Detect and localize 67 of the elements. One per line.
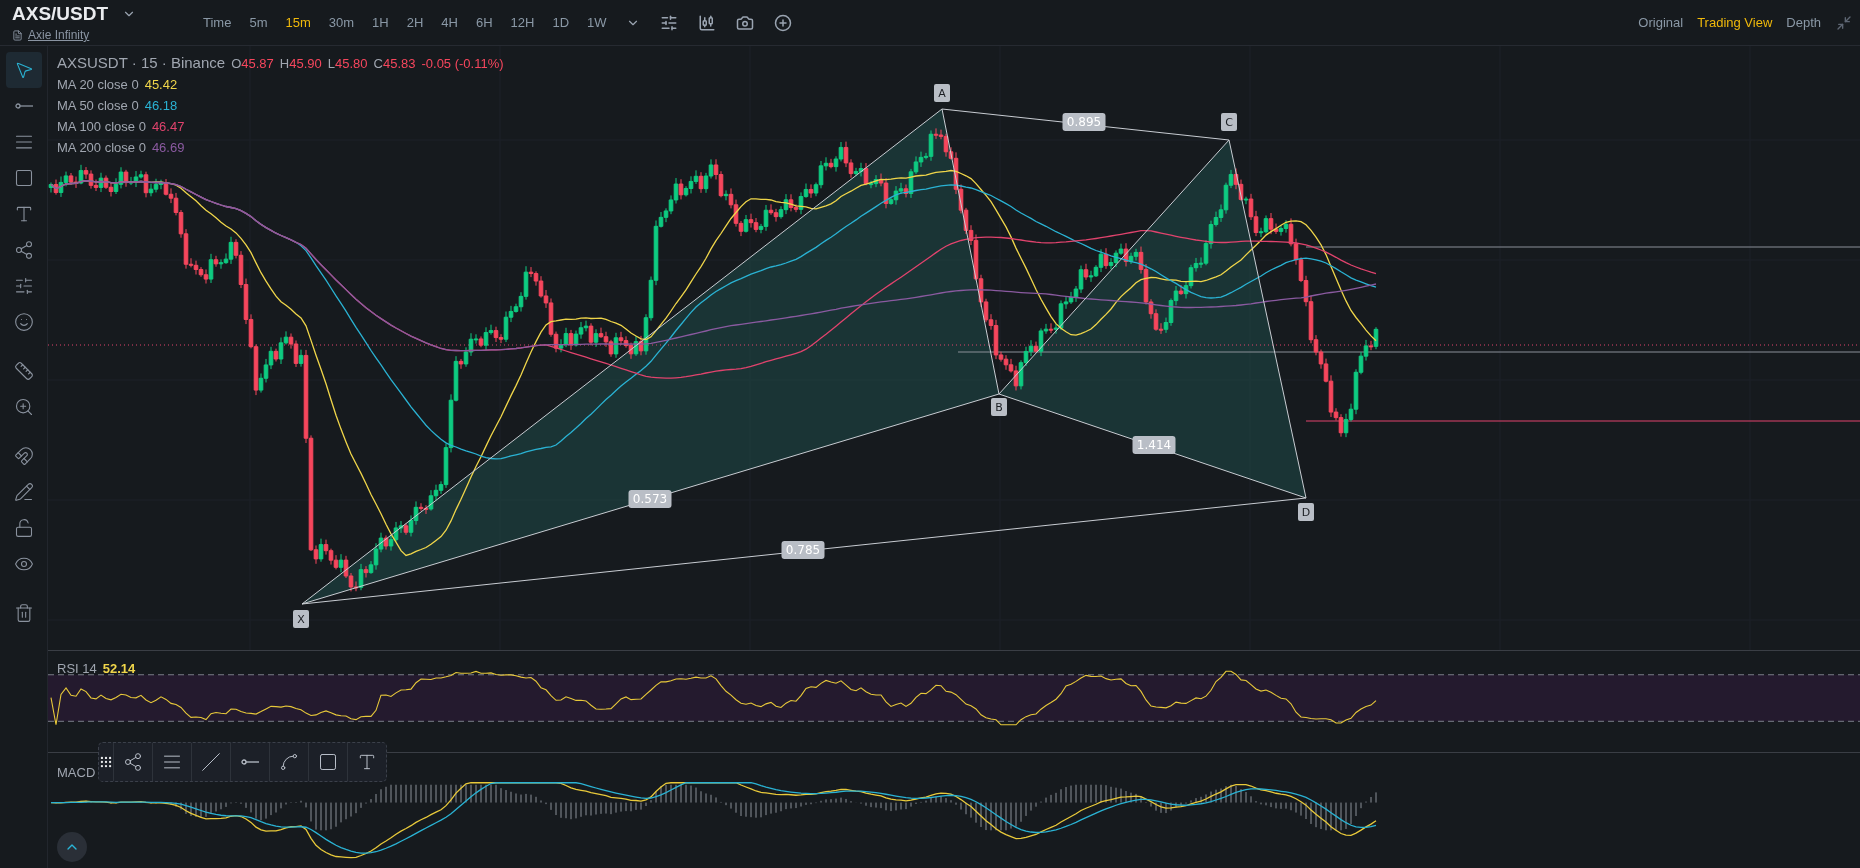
sliders-icon (13, 276, 34, 296)
curve-icon (279, 752, 299, 772)
interval-tab[interactable]: 2H (399, 11, 431, 34)
interval-tab[interactable]: 6H (468, 11, 500, 34)
candlestick-icon (697, 13, 716, 32)
interval-tab[interactable]: 1H (365, 11, 396, 34)
macd-label: MACD (57, 765, 96, 780)
line-icon (14, 103, 33, 109)
square-icon (13, 168, 34, 188)
indicator-label: MA 20 close 0 (57, 77, 139, 92)
indicator-value: 46.47 (151, 119, 185, 134)
ratio-label: 0.573 (628, 490, 672, 508)
ohlc-value: L45.80 (327, 56, 368, 71)
change-value: -0.05 (-0.11%) (421, 56, 504, 71)
indicator-label: MA 50 close 0 (57, 98, 139, 113)
interval-tab[interactable]: 1W (580, 11, 614, 34)
interval-tab[interactable]: 15m (278, 11, 318, 34)
indicator-label: MA 100 close 0 (57, 119, 146, 134)
magnet-icon (13, 446, 34, 466)
view-tab[interactable]: Trading View (1690, 11, 1780, 34)
interval-tab[interactable]: 4H (434, 11, 465, 34)
indicator-value: 46.18 (144, 98, 178, 113)
ratio-label: 0.785 (781, 541, 825, 559)
trash-icon (13, 603, 34, 623)
ohlc-value: C45.83 (373, 56, 416, 71)
camera-icon (735, 13, 754, 32)
text-icon (357, 752, 377, 772)
indicator-label: MA 200 close 0 (57, 140, 146, 155)
interval-tab[interactable]: Time (196, 11, 239, 34)
ohlc-value: H45.90 (279, 56, 322, 71)
document-icon (12, 29, 23, 41)
rsi-value: 52.14 (102, 661, 136, 676)
ratio-label: 1.414 (1132, 436, 1176, 454)
point-label: X (293, 610, 309, 628)
collapse-icon (1836, 14, 1852, 31)
ruler-icon (13, 361, 34, 381)
point-label: D (1298, 503, 1314, 521)
drawing-tool-button[interactable] (5, 52, 42, 88)
zoom-in-icon (13, 397, 34, 417)
interval-tab[interactable]: 30m (321, 11, 362, 34)
indicator-value: 45.42 (144, 77, 178, 92)
indicator-value: 46.69 (151, 140, 185, 155)
nodes-icon (123, 752, 143, 772)
project-link[interactable]: Axie Infinity (28, 28, 90, 42)
smiley-icon (13, 312, 34, 332)
nodes-icon (13, 240, 34, 260)
view-tab[interactable]: Original (1631, 11, 1691, 34)
line-icon (241, 759, 259, 765)
ratio-label: 0.895 (1062, 113, 1106, 131)
symbol-label: AXSUSDT · 15 · Binance (57, 54, 226, 71)
point-label: C (1221, 113, 1237, 131)
interval-tab[interactable]: 12H (503, 11, 542, 34)
point-label: B (991, 398, 1007, 416)
sliders-icon (659, 13, 678, 32)
view-tab[interactable]: Depth (1779, 11, 1828, 34)
symbol-title: AXS/USDT (12, 3, 109, 25)
rsi-label: RSI 14 (57, 661, 97, 676)
interval-tab[interactable]: 5m (242, 11, 275, 34)
interval-tab[interactable]: 1D (545, 11, 577, 34)
ohlc-value: O45.87 (231, 56, 274, 71)
point-label: A (934, 84, 950, 102)
plus-icon (773, 13, 792, 32)
drag-handle-icon[interactable] (99, 755, 113, 769)
pencil-icon (13, 482, 34, 502)
unlock-icon (13, 518, 34, 538)
diagonal-line-icon (201, 752, 221, 772)
square-icon (318, 752, 338, 772)
